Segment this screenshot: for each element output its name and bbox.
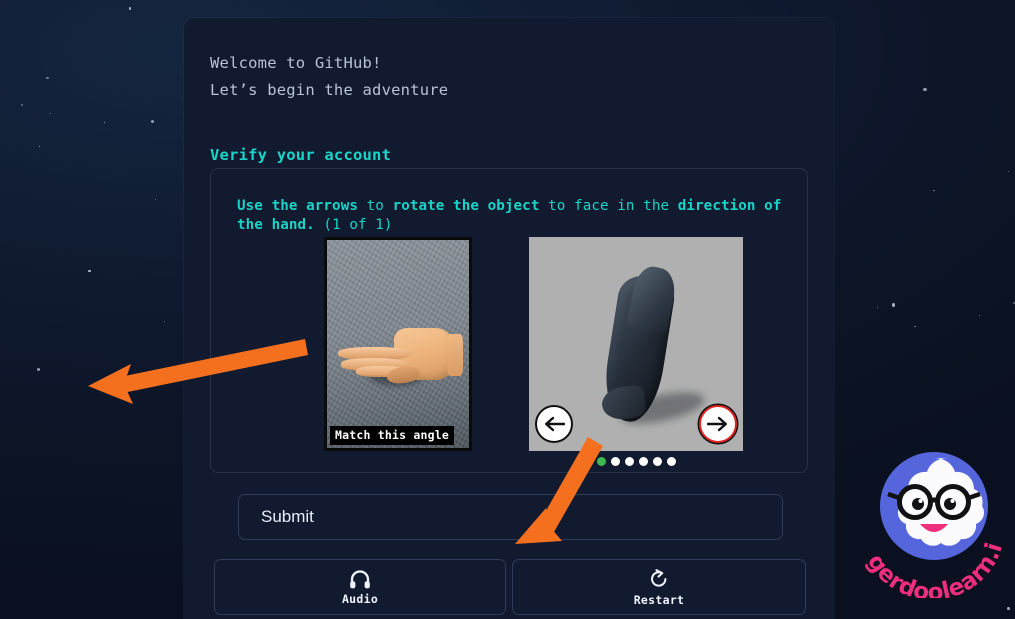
welcome-block: Welcome to GitHub! Let’s begin the adven… [210, 50, 448, 104]
submit-button[interactable]: Submit [238, 494, 783, 540]
welcome-line-1: Welcome to GitHub! [210, 54, 382, 72]
star [978, 314, 980, 316]
star [876, 307, 879, 309]
challenge-instruction: Use the arrows to rotate the object to f… [237, 197, 782, 235]
rotatable-object-panel [529, 237, 743, 451]
instruction-part-2: to [357, 198, 393, 214]
headphones-icon [350, 569, 370, 588]
arrow-right-icon [707, 416, 727, 432]
captcha-challenge-panel: Use the arrows to rotate the object to f… [210, 168, 808, 473]
star [46, 76, 49, 80]
star [976, 574, 980, 577]
verify-account-heading: Verify your account [210, 146, 392, 164]
step-dot [652, 457, 662, 466]
rotation-step-indicator [529, 457, 743, 466]
boot-shaft [625, 263, 679, 335]
arrow-left-icon [545, 416, 565, 432]
star [21, 104, 24, 107]
star [49, 112, 51, 114]
wooden-hand-icon [336, 327, 464, 386]
star [103, 121, 105, 123]
star [891, 303, 895, 307]
instruction-part-1: Use the arrows [237, 198, 358, 214]
step-dot [624, 457, 634, 466]
match-this-angle-caption: Match this angle [330, 426, 454, 445]
restart-icon [651, 568, 667, 587]
github-verification-card: Welcome to GitHub! Let’s begin the adven… [184, 18, 834, 619]
audio-button[interactable]: Audio [214, 559, 506, 615]
star [163, 320, 165, 323]
star [151, 119, 155, 124]
step-dot [666, 457, 676, 466]
step-dot [638, 457, 648, 466]
restart-button-label: Restart [633, 592, 685, 607]
welcome-line-2: Let’s begin the adventure [210, 81, 449, 99]
star [914, 325, 916, 327]
hand-reference-photo: Match this angle [327, 240, 469, 448]
instruction-part-4: to face in the [539, 198, 678, 214]
star [147, 374, 151, 378]
step-dot [596, 457, 606, 466]
step-dot [610, 457, 620, 466]
star [1007, 170, 1009, 172]
reference-image-panel: Match this angle [324, 237, 472, 451]
star [933, 190, 935, 192]
star [37, 368, 41, 372]
hand-wrist [446, 333, 464, 377]
instruction-part-6: (1 of 1) [314, 217, 393, 233]
star [88, 270, 91, 273]
star [1007, 607, 1010, 610]
star [155, 199, 157, 201]
star [923, 87, 927, 91]
audio-button-label: Audio [341, 591, 379, 606]
rotate-left-button[interactable] [535, 405, 573, 443]
rotate-right-button[interactable] [699, 405, 737, 443]
instruction-part-3: rotate the object [392, 198, 540, 214]
star [38, 145, 41, 148]
star [128, 7, 131, 10]
restart-button[interactable]: Restart [512, 559, 806, 615]
